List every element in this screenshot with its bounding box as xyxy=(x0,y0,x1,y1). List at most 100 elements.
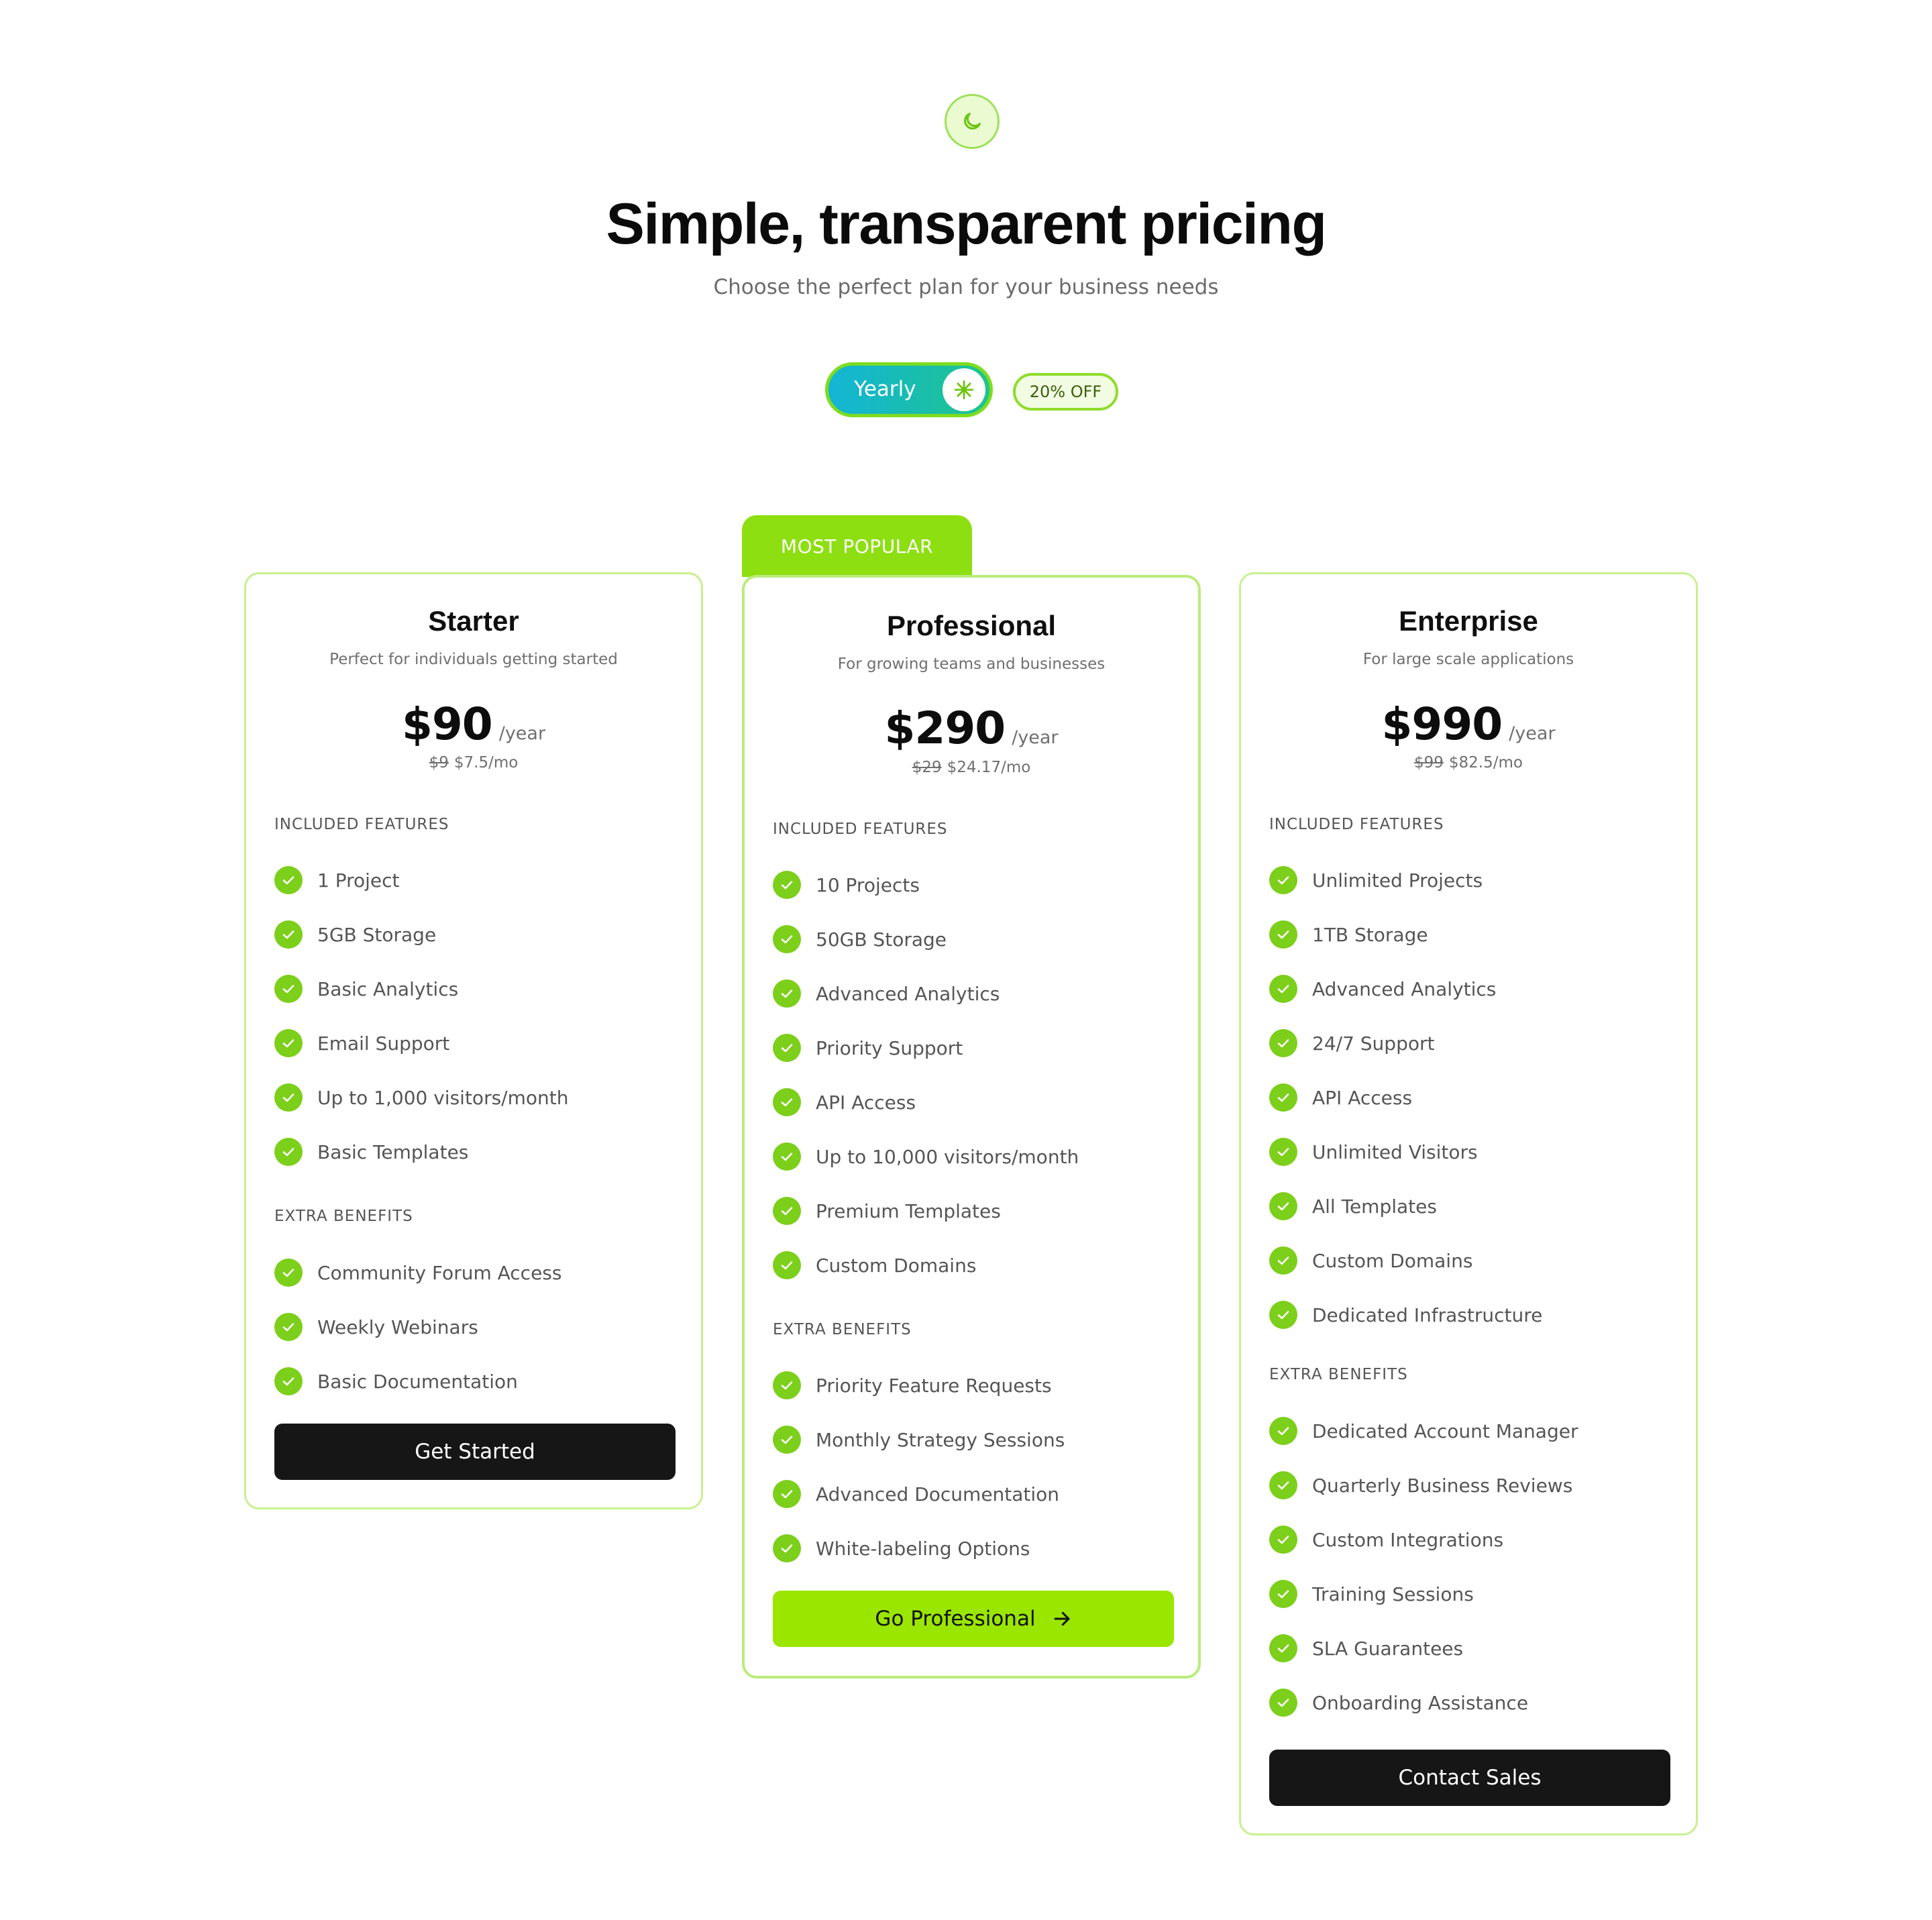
feature-text: Onboarding Assistance xyxy=(1312,1691,1529,1714)
feature-text: Basic Templates xyxy=(317,1140,469,1163)
get-started-button[interactable]: Get Started xyxy=(274,1424,676,1480)
monthly-price-value: $24.17/mo xyxy=(947,759,1031,776)
go-professional-label: Go Professional xyxy=(875,1607,1036,1631)
feature-item: 50GB Storage xyxy=(773,924,947,954)
check-circle-icon xyxy=(1269,1526,1297,1554)
feature-item: Dedicated Infrastructure xyxy=(1269,1300,1542,1330)
check-circle-icon xyxy=(274,1259,303,1287)
check-circle-icon xyxy=(1269,1301,1297,1329)
check-circle-icon xyxy=(1269,1689,1297,1717)
monthly-price: $9 $7.5/mo xyxy=(246,754,701,771)
feature-item: 5GB Storage xyxy=(274,920,436,949)
feature-text: SLA Guarantees xyxy=(1312,1637,1464,1660)
check-circle-icon xyxy=(1269,1029,1297,1057)
check-circle-icon xyxy=(773,979,801,1008)
feature-item: 24/7 Support xyxy=(1269,1028,1434,1058)
feature-item: Custom Domains xyxy=(773,1250,976,1280)
feature-item: API Access xyxy=(773,1087,916,1117)
feature-text: Custom Domains xyxy=(1312,1249,1473,1272)
check-circle-icon xyxy=(1269,975,1297,1003)
feature-item: Basic Templates xyxy=(274,1137,468,1167)
monthly-price: $99 $82.5/mo xyxy=(1241,754,1696,771)
price-amount: $90 xyxy=(401,698,493,750)
feature-item: Up to 10,000 visitors/month xyxy=(773,1142,1079,1171)
included-features-label: INCLUDED FEATURES xyxy=(773,820,948,838)
feature-text: Monthly Strategy Sessions xyxy=(816,1428,1065,1451)
feature-text: 10 Projects xyxy=(816,873,920,896)
feature-text: 1 Project xyxy=(317,869,400,892)
included-features-label: INCLUDED FEATURES xyxy=(274,816,449,833)
check-circle-icon xyxy=(1269,1417,1297,1445)
feature-text: 24/7 Support xyxy=(1312,1032,1435,1055)
feature-text: Basic Analytics xyxy=(317,977,459,1000)
check-circle-icon xyxy=(274,1083,303,1112)
check-circle-icon xyxy=(274,975,303,1003)
page-subtitle: Choose the perfect plan for your busines… xyxy=(713,275,1219,299)
benefit-item: Custom Integrations xyxy=(1269,1525,1503,1554)
feature-text: All Templates xyxy=(1312,1195,1437,1218)
feature-text: Weekly Webinars xyxy=(317,1316,478,1338)
check-circle-icon xyxy=(1269,1471,1297,1499)
page-title: Simple, transparent pricing xyxy=(606,192,1327,256)
check-circle-icon xyxy=(773,1251,801,1279)
feature-item: Custom Domains xyxy=(1269,1246,1472,1275)
plan-card-professional: Professional For growing teams and busin… xyxy=(742,575,1201,1678)
feature-text: Up to 1,000 visitors/month xyxy=(317,1086,569,1109)
benefit-item: Dedicated Account Manager xyxy=(1269,1416,1578,1446)
moon-icon-badge[interactable] xyxy=(945,94,1000,149)
feature-text: Dedicated Account Manager xyxy=(1312,1420,1578,1442)
check-circle-icon xyxy=(773,1534,801,1562)
feature-item: 1 Project xyxy=(274,865,400,895)
benefit-item: Basic Documentation xyxy=(274,1367,518,1396)
plan-name: Enterprise xyxy=(1399,605,1538,637)
old-monthly-price: $99 xyxy=(1414,754,1444,771)
check-circle-icon xyxy=(1269,1580,1297,1608)
check-circle-icon xyxy=(1269,1634,1297,1662)
benefit-item: SLA Guarantees xyxy=(1269,1634,1463,1663)
included-features-label: INCLUDED FEATURES xyxy=(1269,816,1444,833)
feature-text: Training Sessions xyxy=(1312,1583,1474,1605)
billing-period-label: Yearly xyxy=(854,377,916,401)
feature-text: Advanced Analytics xyxy=(816,982,1000,1005)
contact-sales-button[interactable]: Contact Sales xyxy=(1269,1750,1670,1806)
extra-benefits-label: EXTRA BENEFITS xyxy=(773,1321,912,1338)
plan-description: For large scale applications xyxy=(1362,651,1574,668)
price-period: /year xyxy=(1012,727,1059,748)
check-circle-icon xyxy=(274,1138,303,1166)
feature-item: Up to 1,000 visitors/month xyxy=(274,1083,568,1112)
discount-badge: 20% OFF xyxy=(1013,373,1118,411)
feature-text: 50GB Storage xyxy=(816,928,947,951)
benefit-item: Advanced Documentation xyxy=(773,1479,1059,1509)
plan-name: Professional xyxy=(886,610,1057,641)
plan-description: Perfect for individuals getting started xyxy=(329,651,618,668)
billing-period-toggle[interactable]: Yearly xyxy=(825,362,993,417)
monthly-price-value: $7.5/mo xyxy=(453,754,519,771)
feature-text: Up to 10,000 visitors/month xyxy=(816,1145,1079,1168)
price-period: /year xyxy=(498,723,546,744)
feature-item: Basic Analytics xyxy=(274,974,458,1004)
feature-item: Advanced Analytics xyxy=(773,979,1000,1008)
benefit-item: Onboarding Assistance xyxy=(1269,1688,1528,1717)
feature-item: API Access xyxy=(1269,1083,1412,1112)
feature-text: API Access xyxy=(1312,1086,1413,1109)
sparkle-icon xyxy=(954,380,974,400)
feature-text: Unlimited Visitors xyxy=(1312,1140,1478,1163)
check-circle-icon xyxy=(274,866,303,894)
check-circle-icon xyxy=(274,1029,303,1057)
old-monthly-price: $29 xyxy=(912,759,942,776)
feature-text: Quarterly Business Reviews xyxy=(1312,1474,1573,1497)
benefit-item: Weekly Webinars xyxy=(274,1312,478,1342)
benefit-item: Quarterly Business Reviews xyxy=(1269,1471,1572,1500)
most-popular-tab: MOST POPULAR xyxy=(742,515,972,577)
feature-text: Email Support xyxy=(317,1032,450,1055)
old-monthly-price: $9 xyxy=(429,754,449,771)
check-circle-icon xyxy=(1269,1192,1297,1220)
plan-card-starter: Starter Perfect for individuals getting … xyxy=(244,572,703,1509)
arrow-right-icon xyxy=(1052,1609,1072,1629)
price-row: $990 /year xyxy=(1241,698,1696,750)
check-circle-icon xyxy=(773,925,801,953)
go-professional-button[interactable]: Go Professional xyxy=(773,1591,1174,1647)
feature-item: Unlimited Visitors xyxy=(1269,1137,1478,1167)
check-circle-icon xyxy=(274,920,303,949)
check-circle-icon xyxy=(1269,1138,1297,1166)
